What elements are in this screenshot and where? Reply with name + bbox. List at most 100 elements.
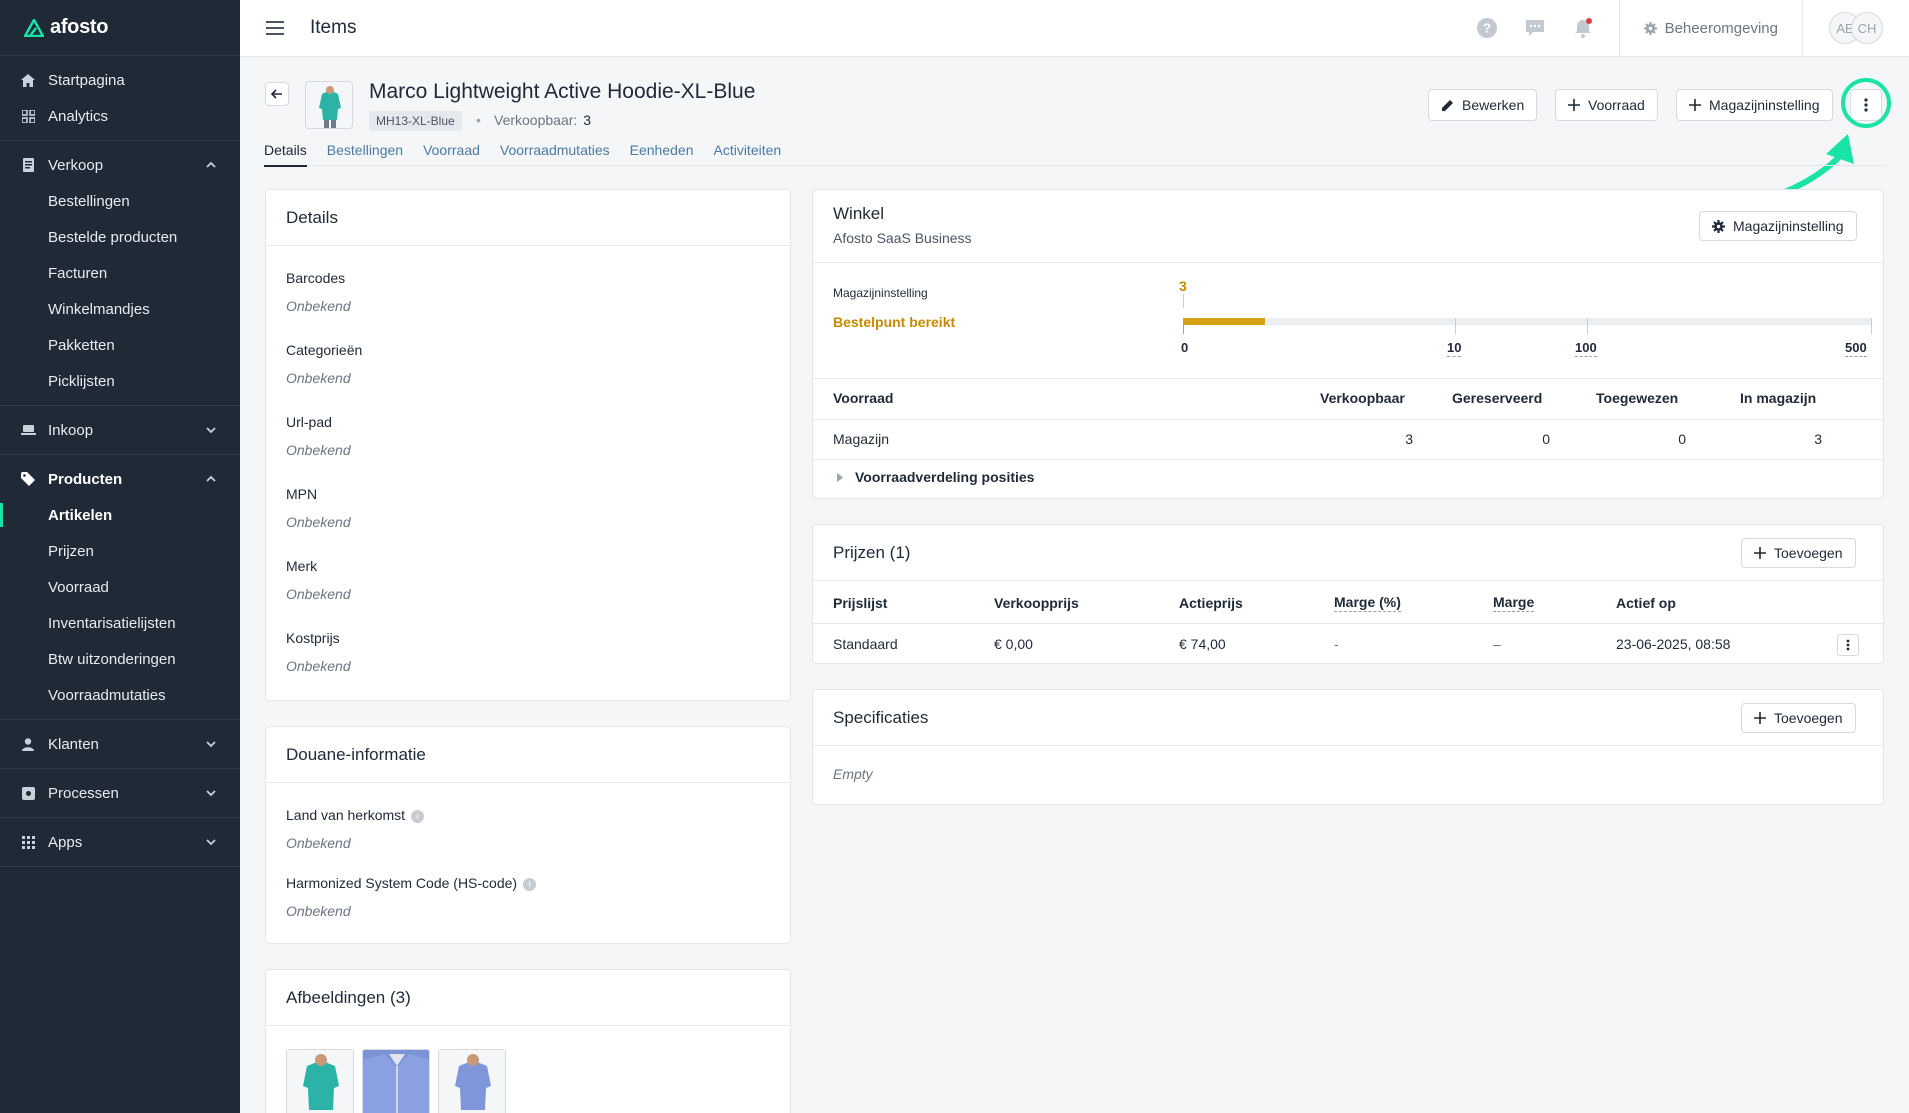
stock-gauge-fill bbox=[1183, 318, 1265, 325]
tab-voorraadmutaties[interactable]: Voorraadmutaties bbox=[500, 142, 610, 166]
sidebar-item-inventarisatielijsten[interactable]: Inventarisatielijsten bbox=[0, 605, 240, 641]
table-header[interactable]: Marge (%) bbox=[1334, 594, 1401, 612]
sidebar-item-voorraadmutaties[interactable]: Voorraadmutaties bbox=[0, 677, 240, 713]
shop-warehouse-setting-button[interactable]: Magazijninstelling bbox=[1699, 211, 1857, 241]
kebab-menu-icon bbox=[1846, 639, 1850, 651]
details-card: Details Barcodes Onbekend Categorieën On… bbox=[265, 189, 791, 701]
tab-activiteiten[interactable]: Activiteiten bbox=[713, 142, 781, 166]
page-title: Items bbox=[310, 17, 357, 38]
scale-label[interactable]: 10 bbox=[1447, 340, 1462, 357]
sidebar-item-bestelde-producten[interactable]: Bestelde producten bbox=[0, 219, 240, 255]
row-options-button[interactable] bbox=[1837, 634, 1859, 656]
field-label: Categorieën bbox=[286, 342, 363, 358]
kebab-menu-icon bbox=[1864, 98, 1868, 112]
expand-stock-positions[interactable]: Voorraadverdeling posities bbox=[837, 469, 1034, 485]
stock-gauge-track bbox=[1183, 318, 1872, 325]
truck-icon bbox=[20, 422, 36, 438]
table-header[interactable]: Marge bbox=[1493, 594, 1535, 612]
tag-icon bbox=[20, 471, 36, 487]
table-cell: – bbox=[1493, 636, 1501, 652]
sidebar-item-klanten[interactable]: Klanten bbox=[0, 726, 240, 762]
field-label: Kostprijs bbox=[286, 630, 340, 646]
sidebar-item-apps[interactable]: Apps bbox=[0, 824, 240, 860]
table-cell: - bbox=[1334, 636, 1339, 652]
info-icon[interactable]: i bbox=[523, 877, 537, 891]
reorder-status: Bestelpunt bereikt bbox=[833, 314, 956, 330]
sellable-count: Verkoopbaar: 3 bbox=[494, 112, 591, 128]
product-image[interactable] bbox=[362, 1049, 430, 1113]
warehouse-setting-button[interactable]: Magazijninstelling bbox=[1676, 89, 1833, 121]
sidebar-item-facturen[interactable]: Facturen bbox=[0, 255, 240, 291]
divider bbox=[813, 262, 1883, 263]
sidebar-item-pakketten[interactable]: Pakketten bbox=[0, 327, 240, 363]
sidebar-item-prijzen[interactable]: Prijzen bbox=[0, 533, 240, 569]
scale-label[interactable]: 500 bbox=[1845, 340, 1867, 357]
tab-voorraad[interactable]: Voorraad bbox=[423, 142, 480, 166]
sidebar-item-analytics[interactable]: Analytics bbox=[0, 98, 240, 134]
specs-card: Specificaties Toevoegen Empty bbox=[812, 689, 1884, 805]
avatar-group[interactable]: AE CH bbox=[1803, 0, 1909, 56]
environment-switcher[interactable]: Beheeromgeving bbox=[1620, 0, 1802, 56]
home-icon bbox=[20, 72, 36, 88]
table-header: Actief op bbox=[1616, 595, 1676, 611]
sidebar-item-label: Startpagina bbox=[48, 71, 125, 89]
plus-icon bbox=[1754, 712, 1766, 724]
sidebar-item-producten[interactable]: Producten bbox=[0, 461, 240, 497]
sidebar-item-voorraad[interactable]: Voorraad bbox=[0, 569, 240, 605]
edit-button-label: Bewerken bbox=[1462, 97, 1525, 113]
table-cell: € 74,00 bbox=[1179, 636, 1226, 652]
sidebar-item-artikelen[interactable]: Artikelen bbox=[0, 497, 240, 533]
product-title: Marco Lightweight Active Hoodie-XL-Blue bbox=[369, 80, 756, 103]
shop-warehouse-setting-label: Magazijninstelling bbox=[1733, 218, 1844, 234]
hs-code-label: Harmonized System Code (HS-code) bbox=[286, 875, 518, 891]
sidebar-item-winkelmandjes[interactable]: Winkelmandjes bbox=[0, 291, 240, 327]
tab-bestellingen[interactable]: Bestellingen bbox=[327, 142, 403, 166]
warehouse-setting-button-label: Magazijninstelling bbox=[1709, 97, 1820, 113]
environment-label: Beheeromgeving bbox=[1664, 19, 1778, 37]
add-spec-button[interactable]: Toevoegen bbox=[1741, 703, 1856, 733]
analytics-icon bbox=[20, 108, 36, 124]
info-icon[interactable]: i bbox=[411, 809, 425, 823]
sidebar-item-processen[interactable]: Processen bbox=[0, 775, 240, 811]
afosto-logo-icon bbox=[24, 18, 44, 37]
gear-icon bbox=[1643, 21, 1657, 35]
svg-text:?: ? bbox=[1483, 21, 1491, 36]
field-label: Land van herkomst i bbox=[286, 807, 425, 823]
add-stock-button[interactable]: Voorraad bbox=[1555, 89, 1658, 121]
sidebar-item-label: Apps bbox=[48, 833, 83, 851]
sidebar-item-btw-uitzonderingen[interactable]: Btw uitzonderingen bbox=[0, 641, 240, 677]
field-value: Onbekend bbox=[286, 298, 351, 314]
sidebar-item-inkoop[interactable]: Inkoop bbox=[0, 412, 240, 448]
sidebar-item-bestellingen[interactable]: Bestellingen bbox=[0, 183, 240, 219]
divider bbox=[813, 419, 1883, 420]
help-icon[interactable]: ? bbox=[1475, 16, 1499, 40]
chat-icon[interactable] bbox=[1523, 16, 1547, 40]
sidebar-item-picklijsten[interactable]: Picklijsten bbox=[0, 363, 240, 399]
current-tick bbox=[1183, 294, 1184, 308]
scale-label[interactable]: 100 bbox=[1575, 340, 1597, 357]
logo[interactable]: afosto bbox=[0, 0, 240, 56]
product-image[interactable] bbox=[438, 1049, 506, 1113]
sellable-label: Verkoopbaar: bbox=[494, 112, 578, 128]
field-label: MPN bbox=[286, 486, 318, 502]
details-card-title: Details bbox=[266, 190, 790, 246]
tab-eenheden[interactable]: Eenheden bbox=[630, 142, 694, 166]
pencil-icon bbox=[1442, 99, 1453, 111]
field-value: Onbekend bbox=[286, 370, 351, 386]
add-price-button[interactable]: Toevoegen bbox=[1741, 538, 1856, 568]
shop-title: Winkel bbox=[833, 204, 885, 223]
tab-details[interactable]: Details bbox=[264, 142, 307, 167]
chevron-up-icon bbox=[206, 161, 216, 168]
more-options-button[interactable] bbox=[1850, 89, 1882, 121]
edit-button[interactable]: Bewerken bbox=[1428, 89, 1538, 121]
bell-icon[interactable] bbox=[1571, 16, 1595, 40]
table-header: Voorraad bbox=[833, 390, 894, 406]
sidebar-item-verkoop[interactable]: Verkoop bbox=[0, 147, 240, 183]
current-stock-label: 3 bbox=[1179, 278, 1187, 294]
sidebar-item-startpagina[interactable]: Startpagina bbox=[0, 62, 240, 98]
product-image[interactable] bbox=[286, 1049, 354, 1113]
menu-icon[interactable] bbox=[266, 20, 286, 36]
back-button[interactable] bbox=[265, 82, 289, 106]
add-price-label: Toevoegen bbox=[1774, 545, 1843, 561]
specs-card-title: Specificaties bbox=[813, 690, 1883, 746]
